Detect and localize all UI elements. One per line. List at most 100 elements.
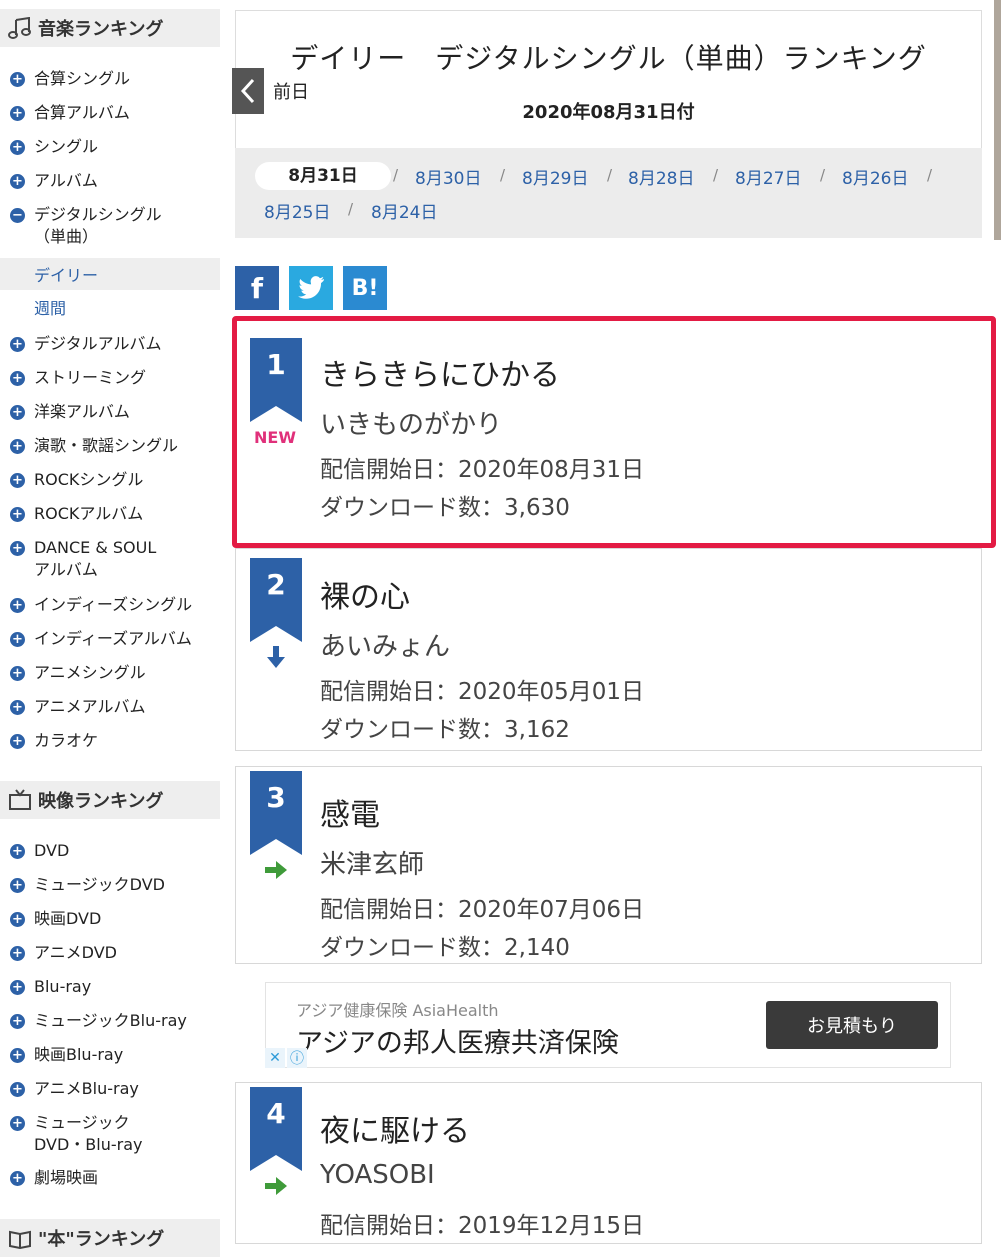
ad-quote-button[interactable]: お見積もり <box>766 1001 938 1049</box>
hatena-bookmark-button[interactable]: B! <box>343 266 387 310</box>
plus-circle-icon: + <box>10 507 25 522</box>
sidebar-item[interactable]: + アニメシングル <box>10 662 220 684</box>
sidebar-item[interactable]: + Blu-ray <box>10 976 220 998</box>
sidebar-item[interactable]: + シングル <box>10 136 220 158</box>
minus-circle-icon: − <box>10 208 25 223</box>
ad-sponsor: アジア健康保険 AsiaHealth <box>296 1001 499 1020</box>
plus-circle-icon: + <box>10 1116 25 1131</box>
sidebar-item[interactable]: + 演歌・歌謡シングル <box>10 435 220 457</box>
facebook-share-button[interactable]: f <box>235 266 279 310</box>
ranking-date: 2020年08月31日付 <box>522 102 695 123</box>
artist-name[interactable]: YOASOBI <box>320 1160 435 1190</box>
sidebar-item[interactable]: + アニメDVD <box>10 942 220 964</box>
song-title[interactable]: きらきらにひかる <box>320 350 560 394</box>
sidebar-item-label: 映画DVD <box>34 909 102 928</box>
download-count: ダウンロード数：3,630 <box>320 495 570 521</box>
sidebar-item-label: アニメシングル <box>34 663 146 682</box>
sidebar-subitem[interactable]: 週間 <box>0 291 220 323</box>
plus-circle-icon: + <box>10 174 25 189</box>
song-title[interactable]: 裸の心 <box>320 572 410 616</box>
music-ranking-heading: 音楽ランキング <box>0 9 220 47</box>
date-separator: / <box>820 166 826 184</box>
date-link[interactable]: 8月30日 <box>415 164 481 189</box>
sidebar-item[interactable]: + 映画Blu-ray <box>10 1044 220 1066</box>
info-icon[interactable]: ⓘ <box>287 1048 307 1068</box>
song-title[interactable]: 感電 <box>320 790 380 834</box>
sidebar-item-label: アニメBlu-ray <box>34 1079 139 1098</box>
close-icon[interactable]: ✕ <box>265 1048 285 1068</box>
sidebar-item-label: アニメアルバム <box>34 697 146 716</box>
sidebar-item[interactable]: + ミュージックBlu-ray <box>10 1010 220 1032</box>
sidebar-item-label: インディーズアルバム <box>34 629 192 648</box>
plus-circle-icon: + <box>10 337 25 352</box>
download-count: ダウンロード数：2,140 <box>320 935 570 961</box>
adjacent-image-edge <box>994 0 1001 240</box>
sidebar-item[interactable]: + アニメBlu-ray <box>10 1078 220 1100</box>
twitter-share-button[interactable] <box>289 266 333 310</box>
sidebar-item-label: カラオケ <box>34 731 99 750</box>
date-link[interactable]: 8月29日 <box>522 164 588 189</box>
ad-headline[interactable]: アジアの邦人医療共済保険 <box>296 1021 619 1060</box>
plus-circle-icon: + <box>10 140 25 155</box>
sidebar-item[interactable]: + DVD <box>10 840 220 862</box>
plus-circle-icon: + <box>10 844 25 859</box>
date-link[interactable]: 8月24日 <box>371 198 437 223</box>
sidebar-item[interactable]: + ストリーミング <box>10 367 220 389</box>
sidebar-item[interactable]: − デジタルシングル （単曲） <box>10 204 220 248</box>
arrow-right-icon <box>263 857 289 883</box>
song-title[interactable]: 夜に駆ける <box>320 1106 470 1150</box>
date-link[interactable]: 8月31日 <box>255 162 391 190</box>
sidebar-item[interactable]: + ミュージックDVD <box>10 874 220 896</box>
date-link[interactable]: 8月26日 <box>842 164 908 189</box>
release-date: 配信開始日：2020年05月01日 <box>320 679 645 705</box>
sidebar-item[interactable]: + 映画DVD <box>10 908 220 930</box>
sidebar-item-label: デジタルシングル （単曲） <box>34 205 162 246</box>
plus-circle-icon: + <box>10 666 25 681</box>
sidebar-item[interactable]: + ミュージック DVD・Blu-ray <box>10 1112 220 1156</box>
date-link[interactable]: 8月28日 <box>628 164 694 189</box>
sidebar-item[interactable]: + インディーズシングル <box>10 594 220 616</box>
sidebar-item[interactable]: + アルバム <box>10 170 220 192</box>
sidebar-item[interactable]: + ROCKシングル <box>10 469 220 491</box>
plus-circle-icon: + <box>10 405 25 420</box>
artist-name[interactable]: いきものがかり <box>320 404 502 441</box>
date-link[interactable]: 8月25日 <box>264 198 330 223</box>
sidebar-item[interactable]: + デジタルアルバム <box>10 333 220 355</box>
sidebar-item[interactable]: + アニメアルバム <box>10 696 220 718</box>
sidebar-item[interactable]: + 劇場映画 <box>10 1167 220 1189</box>
sidebar-item-label: ROCKアルバム <box>34 504 144 523</box>
advertisement[interactable]: アジア健康保険 AsiaHealth アジアの邦人医療共済保険 お見積もり <box>265 982 951 1068</box>
hatena-icon: B! <box>351 275 379 301</box>
music-note-icon <box>8 17 34 39</box>
book-heading-label: "本"ランキング <box>38 1229 165 1250</box>
sidebar-item-label: アルバム <box>34 171 98 190</box>
rank-number: 2 <box>266 568 286 601</box>
date-separator: / <box>607 166 613 184</box>
plus-circle-icon: + <box>10 439 25 454</box>
sidebar-item-label: 映画Blu-ray <box>34 1045 124 1064</box>
page-title: デイリー デジタルシングル（単曲）ランキング <box>290 42 927 75</box>
ad-controls: ✕ ⓘ <box>265 1048 309 1068</box>
plus-circle-icon: + <box>10 1048 25 1063</box>
rank-number: 4 <box>266 1097 286 1130</box>
sidebar-item[interactable]: + 合算シングル <box>10 68 220 90</box>
artist-name[interactable]: 米津玄師 <box>320 844 424 881</box>
date-link[interactable]: 8月27日 <box>735 164 801 189</box>
sidebar-item[interactable]: + DANCE & SOUL アルバム <box>10 537 220 581</box>
sidebar-item-label: DANCE & SOUL アルバム <box>34 538 157 579</box>
artist-name[interactable]: あいみょん <box>320 626 450 663</box>
plus-circle-icon: + <box>10 980 25 995</box>
rank-number: 1 <box>266 348 286 381</box>
twitter-icon <box>298 276 324 299</box>
video-heading-label: 映像ランキング <box>38 791 164 812</box>
sidebar-item[interactable]: + インディーズアルバム <box>10 628 220 650</box>
sidebar-item[interactable]: + 洋楽アルバム <box>10 401 220 423</box>
sidebar-item[interactable]: + 合算アルバム <box>10 102 220 124</box>
rank-ribbon: 1 <box>250 338 302 422</box>
sidebar-subitem[interactable]: デイリー <box>0 258 220 290</box>
sidebar-item-label: 洋楽アルバム <box>34 402 130 421</box>
sidebar: 音楽ランキング + 合算シングル + 合算アルバム + シングル + アルバム − デジタルシング… <box>0 0 222 1257</box>
sidebar-item[interactable]: + カラオケ <box>10 730 220 752</box>
sidebar-item[interactable]: + ROCKアルバム <box>10 503 220 525</box>
sidebar-item-label: 合算アルバム <box>34 103 130 122</box>
